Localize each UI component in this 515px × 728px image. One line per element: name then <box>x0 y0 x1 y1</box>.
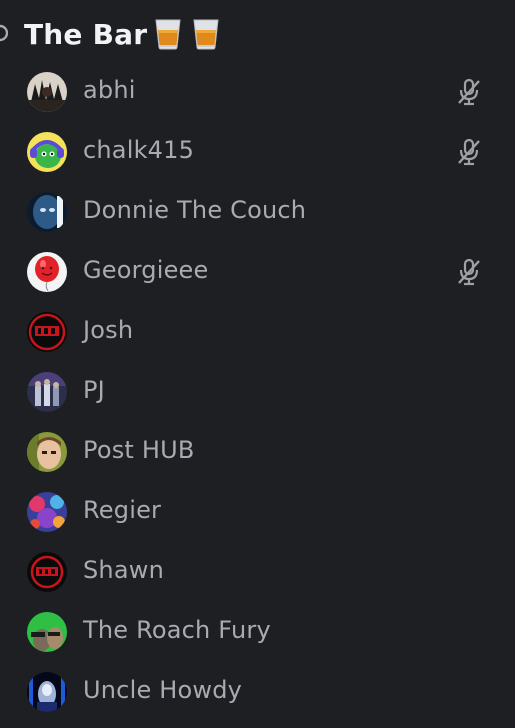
username: Post HUB <box>83 436 195 464</box>
voice-user-row[interactable]: PJ <box>0 362 515 422</box>
username: Josh <box>83 316 134 344</box>
tumbler-glass-icon <box>153 16 183 50</box>
voice-user-row[interactable]: Post HUB <box>0 422 515 482</box>
voice-user-row[interactable]: Donnie The Couch <box>0 182 515 242</box>
username: Shawn <box>83 556 164 584</box>
avatar <box>27 612 67 652</box>
avatar <box>27 72 67 112</box>
username: Donnie The Couch <box>83 196 307 224</box>
voice-user-row[interactable]: abhi <box>0 62 515 122</box>
tumbler-glass-icon <box>191 16 221 50</box>
avatar <box>27 672 67 712</box>
voice-user-row[interactable]: Shawn <box>0 542 515 602</box>
avatar <box>27 312 67 352</box>
username: The Roach Fury <box>83 616 271 644</box>
voice-user-row[interactable]: chalk415 <box>0 122 515 182</box>
voice-user-row[interactable]: Uncle Howdy <box>0 662 515 722</box>
mic-muted-icon <box>458 78 480 106</box>
voice-user-row[interactable]: The Roach Fury <box>0 602 515 662</box>
avatar <box>27 552 67 592</box>
username: PJ <box>83 376 105 404</box>
avatar <box>27 132 67 172</box>
channel-name: The Bar <box>24 16 221 51</box>
username: Regier <box>83 496 162 524</box>
mic-muted-icon <box>458 258 480 286</box>
username: chalk415 <box>83 136 195 164</box>
avatar <box>27 492 67 532</box>
username: Georgieee <box>83 256 209 284</box>
username: abhi <box>83 76 136 104</box>
avatar <box>27 432 67 472</box>
voice-user-row[interactable]: Regier <box>0 482 515 542</box>
mic-muted-icon <box>458 138 480 166</box>
avatar <box>27 372 67 412</box>
username: Uncle Howdy <box>83 676 243 704</box>
channel-name-text: The Bar <box>24 18 148 51</box>
avatar <box>27 252 67 292</box>
voice-user-row[interactable]: Josh <box>0 302 515 362</box>
voice-channel-panel: The Bar abhi chalk415 Donnie The Couch G… <box>0 0 515 728</box>
voice-user-row[interactable]: Georgieee <box>0 242 515 302</box>
speaker-icon <box>0 24 8 42</box>
voice-channel-header[interactable]: The Bar <box>0 10 515 56</box>
avatar <box>27 192 67 232</box>
